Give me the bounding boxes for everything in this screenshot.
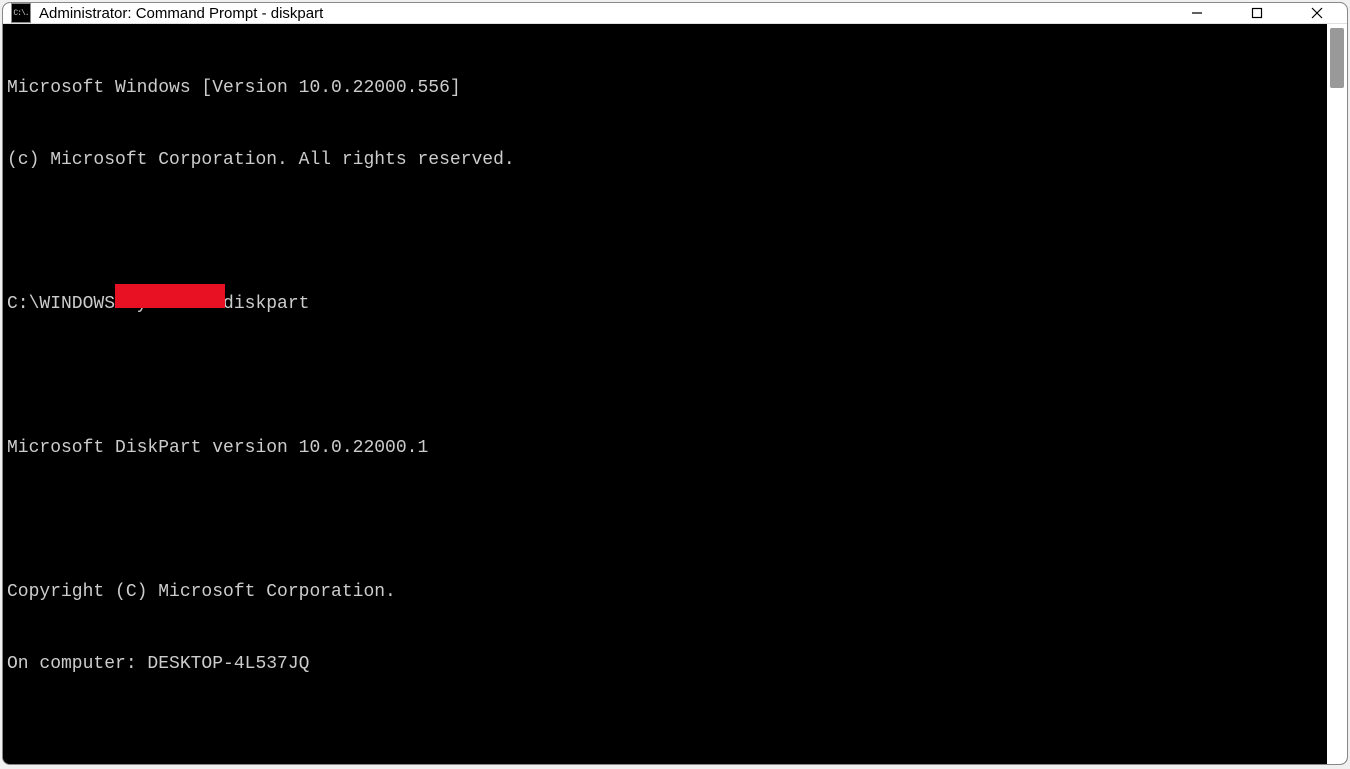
- terminal-body: Microsoft Windows [Version 10.0.22000.55…: [3, 24, 1347, 765]
- output-line: Copyright (C) Microsoft Corporation.: [7, 580, 1323, 604]
- close-button[interactable]: [1287, 3, 1347, 23]
- minimize-button[interactable]: [1167, 3, 1227, 23]
- maximize-button[interactable]: [1227, 3, 1287, 23]
- scrollbar-track[interactable]: [1327, 24, 1347, 765]
- output-line: [7, 364, 1323, 388]
- output-line: [7, 508, 1323, 532]
- output-line: [7, 220, 1323, 244]
- titlebar[interactable]: C:\. Administrator: Command Prompt - dis…: [3, 3, 1347, 24]
- window-title: Administrator: Command Prompt - diskpart: [39, 5, 1167, 22]
- red-underline-annotation: [115, 284, 225, 308]
- output-line: [7, 724, 1323, 748]
- maximize-icon: [1251, 7, 1263, 19]
- window-controls: [1167, 3, 1347, 23]
- output-line: Microsoft Windows [Version 10.0.22000.55…: [7, 76, 1323, 100]
- cmd-window: C:\. Administrator: Command Prompt - dis…: [2, 2, 1348, 765]
- close-icon: [1310, 6, 1324, 20]
- terminal-output[interactable]: Microsoft Windows [Version 10.0.22000.55…: [3, 24, 1327, 765]
- output-line: (c) Microsoft Corporation. All rights re…: [7, 148, 1323, 172]
- cmd-icon: C:\.: [11, 3, 31, 23]
- scrollbar-thumb[interactable]: [1330, 28, 1344, 88]
- output-line: Microsoft DiskPart version 10.0.22000.1: [7, 436, 1323, 460]
- output-line: On computer: DESKTOP-4L537JQ: [7, 652, 1323, 676]
- minimize-icon: [1191, 7, 1203, 19]
